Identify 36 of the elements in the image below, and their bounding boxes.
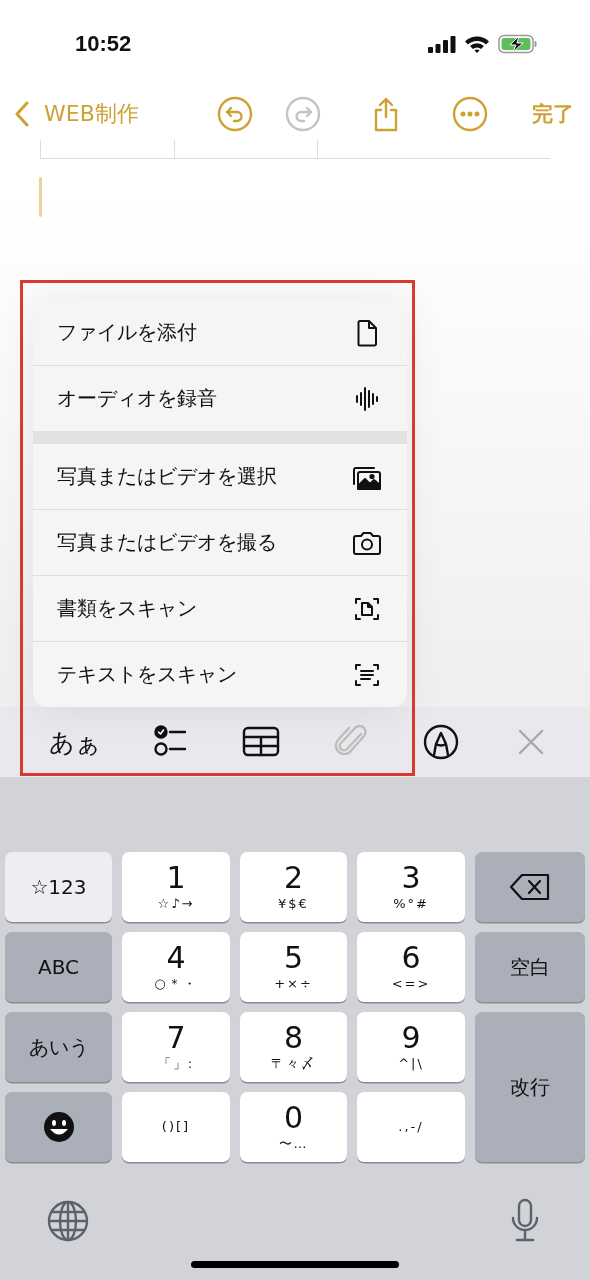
menu-item[interactable]: 書類をスキャン (33, 575, 407, 641)
number-key[interactable]: 7 「」: (122, 1012, 230, 1082)
return-key[interactable]: 改行 (475, 1012, 585, 1162)
number-key[interactable]: 8 〒々〆 (240, 1012, 347, 1082)
number-key[interactable]: 6 <=> (357, 932, 465, 1002)
number-key[interactable]: 9 ^|\ (357, 1012, 465, 1082)
undo-icon[interactable] (217, 96, 253, 132)
number-key[interactable]: .,-/ (357, 1092, 465, 1162)
wifi-icon (464, 34, 490, 54)
number-key[interactable]: 5 +×÷ (240, 932, 347, 1002)
signal-icon (428, 35, 456, 53)
menu-item[interactable]: 写真またはビデオを撮る (33, 509, 407, 575)
mode-key[interactable]: ABC (5, 932, 112, 1002)
smiley-icon (41, 1110, 76, 1144)
menu-item[interactable]: ファイルを添付 (33, 300, 407, 365)
pen-icon[interactable] (421, 722, 461, 762)
number-key[interactable]: ()[] (122, 1092, 230, 1162)
number-key[interactable]: 3 %°# (357, 852, 465, 922)
number-key[interactable]: 4 ○＊・ (122, 932, 230, 1002)
number-key[interactable]: 1 ☆♪→ (122, 852, 230, 922)
delete-icon (508, 872, 552, 902)
microphone-icon[interactable] (510, 1198, 540, 1244)
chevron-icon (14, 101, 30, 127)
status-time: 10:52 (75, 31, 132, 57)
text-cursor (39, 177, 42, 217)
space-key[interactable]: 空白 (475, 932, 585, 1002)
emoji-key[interactable] (5, 1092, 112, 1162)
number-key[interactable]: 0 〜… (240, 1092, 347, 1162)
text-style-button[interactable]: あぁ (49, 725, 101, 759)
more-icon[interactable] (452, 96, 488, 132)
number-key[interactable]: 2 ¥$€ (240, 852, 347, 922)
mode-key[interactable]: あいう (5, 1012, 112, 1082)
mode-key[interactable]: ☆123 (5, 852, 112, 922)
menu-item[interactable]: 写真またはビデオを選択 (33, 444, 407, 509)
globe-icon[interactable] (46, 1199, 90, 1243)
delete-key[interactable] (475, 852, 585, 922)
